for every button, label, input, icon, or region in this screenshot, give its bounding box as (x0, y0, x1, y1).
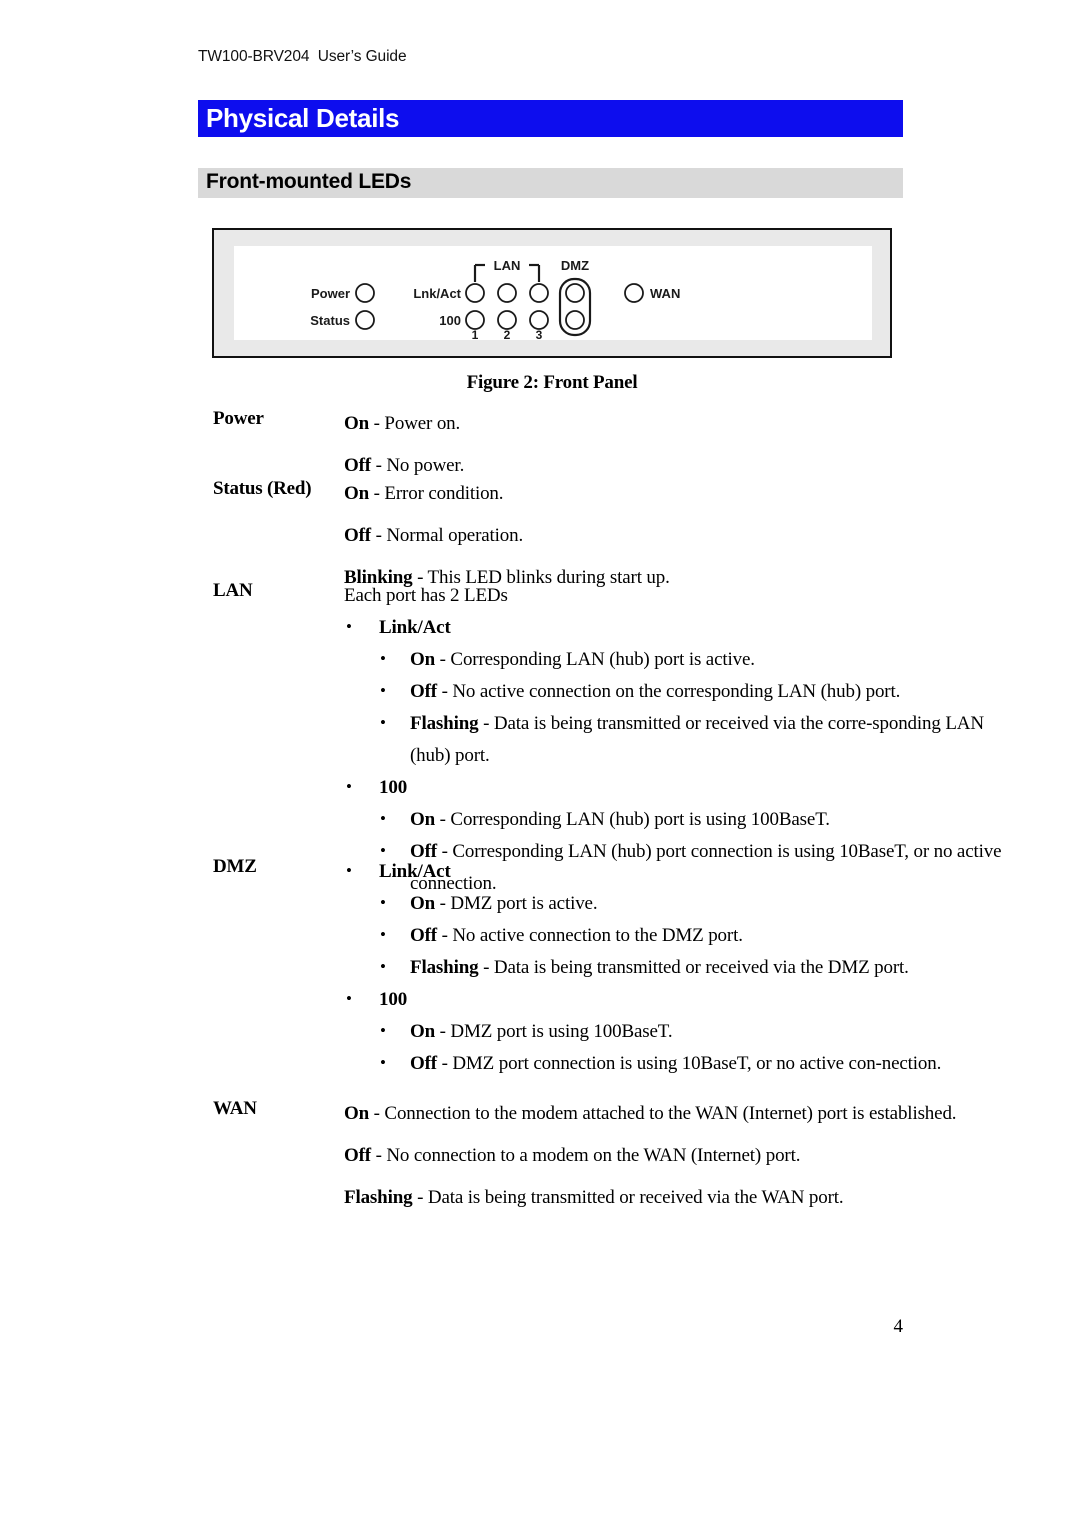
figure-caption: Figure 2: Front Panel (466, 372, 638, 393)
front-panel-face: Power Status Lnk/Act 100 LAN DMZ WAN 1 2… (234, 246, 872, 340)
led-state-label: On (410, 1021, 436, 1042)
led-bullet-item: On - DMZ port is using 100BaseT. (344, 1015, 1002, 1048)
led-lan3-100 (529, 310, 549, 330)
led-bullet-item: Link/Act (344, 855, 1002, 888)
led-bullet-item: On - Corresponding LAN (hub) port is usi… (344, 803, 1002, 836)
figure-front-panel: Power Status Lnk/Act 100 LAN DMZ WAN 1 2… (212, 228, 892, 358)
led-bullet-item: 100 (344, 771, 1002, 804)
panel-port-number-3: 3 (536, 328, 543, 340)
panel-label-power: Power (311, 286, 350, 301)
led-bullet-item: 100 (344, 983, 1002, 1016)
led-description: On - Error condition. (344, 483, 504, 504)
running-header: TW100-BRV204 User’s Guide (198, 48, 407, 65)
led-state-label: Link/Act (379, 617, 451, 638)
section-heading-bar: Front-mounted LEDs (198, 168, 903, 198)
led-description: On - Power on. (344, 413, 461, 434)
led-row: DMZLink/ActOn - DMZ port is active.Off -… (0, 855, 1080, 1080)
led-power (355, 283, 375, 303)
led-lan2-100 (497, 310, 517, 330)
led-bullet-item: On - DMZ port is active. (344, 887, 1002, 920)
led-row: Power On - Power on. Off - No power. (0, 408, 1080, 482)
led-description: Each port has 2 LEDs (344, 585, 508, 606)
led-state-label: Flashing (344, 1187, 413, 1208)
led-row: Status (Red) On - Error condition. Off - N… (0, 478, 1080, 594)
led-bullet-item: Off - No active connection on the corres… (344, 675, 1002, 708)
panel-label-lan-group: LAN (494, 258, 521, 273)
led-wan (624, 283, 644, 303)
section-heading: Front-mounted LEDs (206, 170, 412, 193)
led-dmz-100 (565, 310, 585, 330)
led-term: Power (213, 408, 264, 429)
led-term: Status (Red) (213, 478, 312, 499)
led-state-label: On (344, 483, 370, 504)
panel-label-100: 100 (439, 313, 461, 328)
led-bullet-item: Flashing - Data is being transmitted or … (344, 707, 1002, 772)
led-state-label: Off (344, 1145, 371, 1166)
led-state-label: On (410, 809, 436, 830)
chapter-title-bar: Physical Details (198, 100, 903, 137)
led-state-label: Link/Act (379, 861, 451, 882)
led-term: WAN (213, 1098, 257, 1119)
front-panel-diagram: Power Status Lnk/Act 100 LAN DMZ WAN 1 2… (310, 258, 680, 340)
led-state-label: Off (344, 525, 371, 546)
led-row: WAN On - Connection to the modem attached… (0, 1098, 1080, 1214)
led-state-label: Off (410, 681, 437, 702)
led-description: Off - No connection to a modem on the WA… (344, 1145, 801, 1166)
panel-label-status: Status (310, 313, 350, 328)
led-bullet-item: Off - No active connection to the DMZ po… (344, 919, 1002, 952)
led-lan1-100 (465, 310, 485, 330)
led-state-label: Off (410, 925, 437, 946)
panel-label-wan: WAN (650, 286, 680, 301)
page-number: 4 (893, 1316, 904, 1337)
led-state-label: On (344, 413, 370, 434)
led-state-label: Flashing (410, 713, 479, 734)
led-lan1-link-act (465, 283, 485, 303)
led-state-label: 100 (379, 989, 408, 1010)
led-state-label: 100 (379, 777, 408, 798)
panel-label-dmz-group: DMZ (561, 258, 589, 273)
led-lan2-link-act (497, 283, 517, 303)
led-description: Off - Normal operation. (344, 525, 524, 546)
led-bullet-item: On - Corresponding LAN (hub) port is act… (344, 643, 1002, 676)
panel-port-number-2: 2 (504, 328, 511, 340)
led-term: DMZ (213, 856, 257, 877)
led-state-label: On (410, 893, 436, 914)
led-bullet-item: Flashing - Data is being transmitted or … (344, 951, 1002, 984)
led-status (355, 310, 375, 330)
led-state-label: Off (410, 1053, 437, 1074)
led-bullet-item: Off - DMZ port connection is using 10Bas… (344, 1047, 1002, 1080)
chapter-title: Physical Details (206, 103, 400, 133)
led-description: Flashing - Data is being transmitted or … (344, 1187, 844, 1208)
panel-port-number-1: 1 (472, 328, 479, 340)
led-state-label: Off (344, 455, 371, 476)
led-state-label: Flashing (410, 957, 479, 978)
led-description: On - Connection to the modem attached to… (344, 1103, 957, 1124)
led-row: LAN Each port has 2 LEDs Link/Act On - Corr… (0, 580, 1080, 900)
led-bullet-item: Link/Act (344, 611, 1002, 644)
led-state-label: On (344, 1103, 370, 1124)
panel-label-link-act: Lnk/Act (413, 286, 461, 301)
led-lan3-link-act (529, 283, 549, 303)
led-state-label: On (410, 649, 436, 670)
document-page: TW100-BRV204 User’s Guide Physical Detai… (0, 0, 1080, 1528)
led-dmz-link-act (565, 283, 585, 303)
led-term: LAN (213, 580, 253, 601)
